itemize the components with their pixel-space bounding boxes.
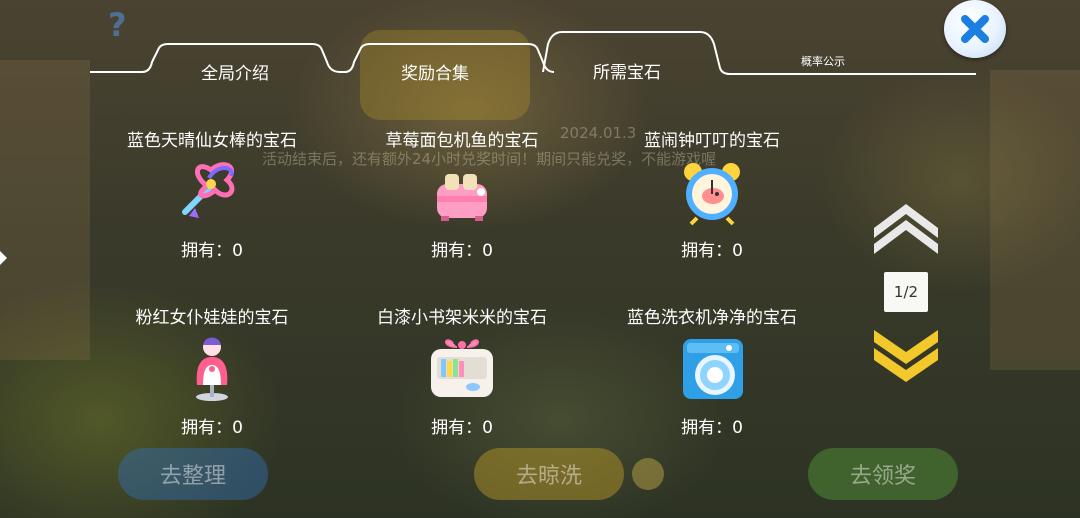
page-down-button[interactable] [870,328,942,384]
page-up-button[interactable] [870,198,942,256]
gem-owned-count: 拥有：0 [181,418,243,438]
background-wall [0,60,90,360]
gem-name: 蓝色天晴仙女棒的宝石 [127,131,297,151]
alarm-clock-icon [684,163,740,226]
fairy-wand-icon [182,162,235,218]
washing-machine-icon [683,339,743,399]
tab-global-intro[interactable]: 全局介绍 [168,59,302,84]
gem-owned-count: 拥有：0 [431,241,493,261]
gem-name: 草莓面包机鱼的宝石 [385,131,539,151]
claim-button: 去领奖 [808,448,958,500]
page-indicator: 1/2 [884,272,928,312]
gem-card-alarm-clock[interactable]: 蓝闹钟叮叮的宝石 拥有：0 [602,126,822,286]
gem-owned-count: 拥有：0 [431,418,493,438]
gem-card-bookshelf[interactable]: 白漆小书架米米的宝石 拥有：0 [352,303,572,463]
gem-owned-count: 拥有：0 [681,241,743,261]
left-arrow-icon [0,251,7,265]
tab-required-gems[interactable]: 所需宝石 [560,58,694,83]
tab-outline [90,31,976,75]
maid-doll-icon [196,337,228,401]
bookshelf-icon [431,339,493,397]
gem-name: 粉红女仆娃娃的宝石 [135,308,289,328]
toaster-icon [437,174,487,221]
gem-card-maid-doll[interactable]: 粉红女仆娃娃的宝石 拥有：0 [102,303,322,463]
gem-card-fairy-wand[interactable]: 蓝色天晴仙女棒的宝石 拥有：0 [102,126,322,286]
tab-probability[interactable]: 概率公示 [780,53,866,69]
tab-reward-collection[interactable]: 奖励合集 [368,59,502,84]
gem-card-toaster[interactable]: 草莓面包机鱼的宝石 拥有：0 [352,126,572,286]
gem-name: 白漆小书架米米的宝石 [377,308,547,328]
tab-bar: 全局介绍 奖励合集 所需宝石 概率公示 [0,0,1080,90]
gem-name: 蓝色洗衣机净净的宝石 [627,308,797,328]
gem-owned-count: 拥有：0 [181,241,243,261]
background-window [990,70,1080,370]
gem-card-washing-machine[interactable]: 蓝色洗衣机净净的宝石 拥有：0 [602,303,822,463]
gem-owned-count: 拥有：0 [681,418,743,438]
close-button[interactable] [944,0,1006,58]
close-icon [961,15,989,43]
gem-name: 蓝闹钟叮叮的宝石 [644,131,780,151]
